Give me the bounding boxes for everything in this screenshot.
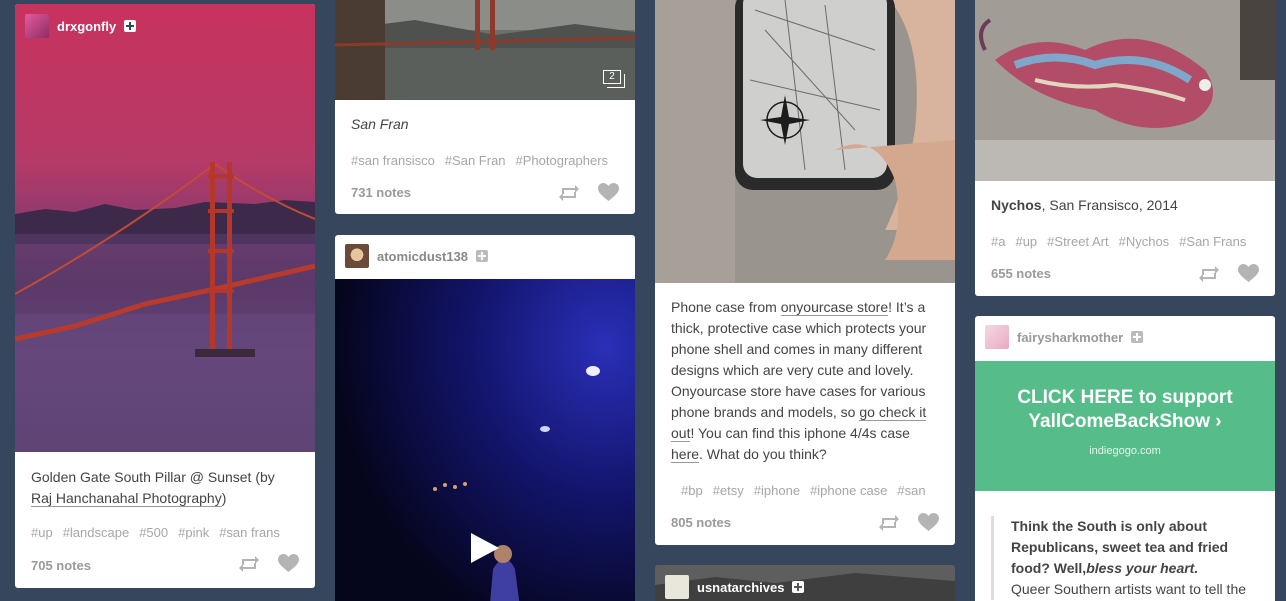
- body-text: . What do you think?: [699, 446, 827, 462]
- blog-name[interactable]: atomicdust138: [377, 249, 468, 264]
- post-caption: San Fran: [351, 116, 409, 132]
- post-usnatarchives: usnatarchives: [655, 565, 955, 601]
- post-golden-gate: drxgonfly Golden Gate South Pillar @ Sun…: [15, 4, 315, 588]
- body-text: ! You can find this iphone 4/4s case: [690, 425, 910, 441]
- heart-icon[interactable]: [278, 554, 299, 573]
- post-quote: Think the South is only about Republican…: [991, 516, 1257, 600]
- blog-name[interactable]: usnatarchives: [697, 580, 784, 595]
- caption-bold[interactable]: Nychos: [991, 197, 1042, 213]
- tag[interactable]: #Nychos: [1119, 234, 1170, 249]
- blog-name[interactable]: drxgonfly: [57, 19, 116, 34]
- plus-icon[interactable]: [476, 250, 489, 262]
- tag[interactable]: #iphone case: [810, 483, 887, 498]
- post-video: atomicdust138: [335, 235, 635, 601]
- tag[interactable]: #San Frans: [1179, 234, 1246, 249]
- quote-italic: bless your heart.: [1086, 560, 1199, 576]
- post-san-fran: 2 San Fran #san fransisco #San Fran #Photo…: [335, 0, 635, 214]
- video-player[interactable]: [335, 279, 635, 601]
- post-caption: Nychos, San Fransisco, 2014: [991, 195, 1259, 216]
- tag-list: #san fransisco #San Fran #Photographers: [351, 153, 635, 168]
- cta-line-2: YallComeBackShow ›: [1028, 411, 1222, 432]
- donate-banner[interactable]: CLICK HERE to support YallComeBackShow ›…: [975, 361, 1275, 491]
- tag[interactable]: #san: [897, 483, 925, 498]
- body-text: Phone case from: [671, 299, 781, 315]
- tag[interactable]: #pink: [178, 525, 209, 540]
- tag-list: #bp #etsy #iphone #iphone case #san: [681, 483, 955, 498]
- post-controls: [558, 183, 619, 202]
- caption-link[interactable]: Raj Hanchanahal Photography: [31, 490, 222, 507]
- cta-domain: indiegogo.com: [1089, 445, 1161, 457]
- here-link[interactable]: here: [671, 446, 700, 463]
- phone-case-photo: [655, 0, 955, 283]
- avatar[interactable]: [985, 325, 1009, 349]
- quote-text: Queer Southern artists want to tell the: [1011, 581, 1247, 597]
- notes-count[interactable]: 705 notes: [31, 558, 91, 573]
- post-controls: [1198, 264, 1259, 283]
- tag[interactable]: #san fransisco: [351, 153, 435, 168]
- post-photo[interactable]: [655, 0, 955, 283]
- tag-list: #a #up #Street Art #Nychos #San Frans: [991, 234, 1275, 249]
- heart-icon[interactable]: [918, 513, 939, 532]
- tag[interactable]: #Street Art: [1047, 234, 1108, 249]
- tag[interactable]: #San Fran: [445, 153, 506, 168]
- post-photo[interactable]: 2: [335, 0, 635, 100]
- body-text: ! It’s a thick, protective case which pr…: [671, 299, 927, 420]
- tag[interactable]: #san frans: [219, 525, 280, 540]
- tag[interactable]: #landscape: [63, 525, 130, 540]
- cta-line-1: CLICK HERE to support: [1017, 387, 1233, 408]
- post-caption: Golden Gate South Pillar @ Sunset (by Ra…: [31, 467, 299, 509]
- plus-icon[interactable]: [124, 20, 137, 32]
- plus-icon[interactable]: [1131, 331, 1144, 343]
- post-photo[interactable]: [15, 4, 315, 452]
- tag[interactable]: #Photographers: [516, 153, 609, 168]
- post-photo[interactable]: [975, 0, 1275, 181]
- tag[interactable]: #a: [991, 234, 1005, 249]
- caption-text: , San Fransisco, 2014: [1041, 197, 1178, 213]
- bridge-photo: [335, 0, 635, 100]
- post-fundraiser: fairysharkmother CLICK HERE to support Y…: [975, 316, 1275, 601]
- post-nychos: Nychos, San Fransisco, 2014 #a #up #Street…: [975, 0, 1275, 296]
- post-body: Phone case from onyourcase store! It’s a…: [671, 297, 939, 465]
- tag[interactable]: #bp: [681, 483, 703, 498]
- photoset-icon: 2: [603, 70, 625, 88]
- heart-icon[interactable]: [598, 183, 619, 202]
- post-controls: [878, 513, 939, 532]
- reblog-icon[interactable]: [238, 555, 260, 573]
- tag[interactable]: #500: [139, 525, 168, 540]
- avatar[interactable]: [665, 575, 689, 599]
- notes-count[interactable]: 731 notes: [351, 185, 411, 200]
- post-header: fairysharkmother: [985, 325, 1144, 349]
- reblog-icon[interactable]: [878, 514, 900, 532]
- store-link[interactable]: onyourcase store: [780, 299, 889, 316]
- blog-name[interactable]: fairysharkmother: [1017, 330, 1123, 345]
- post-header: drxgonfly: [25, 14, 137, 38]
- caption-text: Golden Gate South Pillar @ Sunset (by: [31, 469, 275, 485]
- notes-count[interactable]: 655 notes: [991, 266, 1051, 281]
- avatar[interactable]: [345, 244, 369, 268]
- post-controls: [238, 554, 299, 573]
- tag[interactable]: #up: [31, 525, 53, 540]
- avatar[interactable]: [25, 14, 49, 38]
- reblog-icon[interactable]: [1198, 265, 1220, 283]
- play-icon[interactable]: [469, 531, 501, 565]
- post-header: usnatarchives: [665, 575, 805, 599]
- post-header: atomicdust138: [345, 244, 489, 268]
- notes-count[interactable]: 805 notes: [671, 515, 731, 530]
- caption-text: ): [221, 490, 227, 506]
- tag[interactable]: #etsy: [713, 483, 744, 498]
- street-art-photo: [975, 0, 1275, 181]
- tag-list: #up #landscape #500 #pink #san frans: [31, 525, 315, 540]
- plus-icon[interactable]: [792, 581, 805, 593]
- reblog-icon[interactable]: [558, 184, 580, 202]
- post-phone-case: Phone case from onyourcase store! It’s a…: [655, 0, 955, 545]
- heart-icon[interactable]: [1238, 264, 1259, 283]
- golden-gate-photo: [15, 4, 315, 452]
- tag[interactable]: #up: [1015, 234, 1037, 249]
- tag[interactable]: #iphone: [754, 483, 800, 498]
